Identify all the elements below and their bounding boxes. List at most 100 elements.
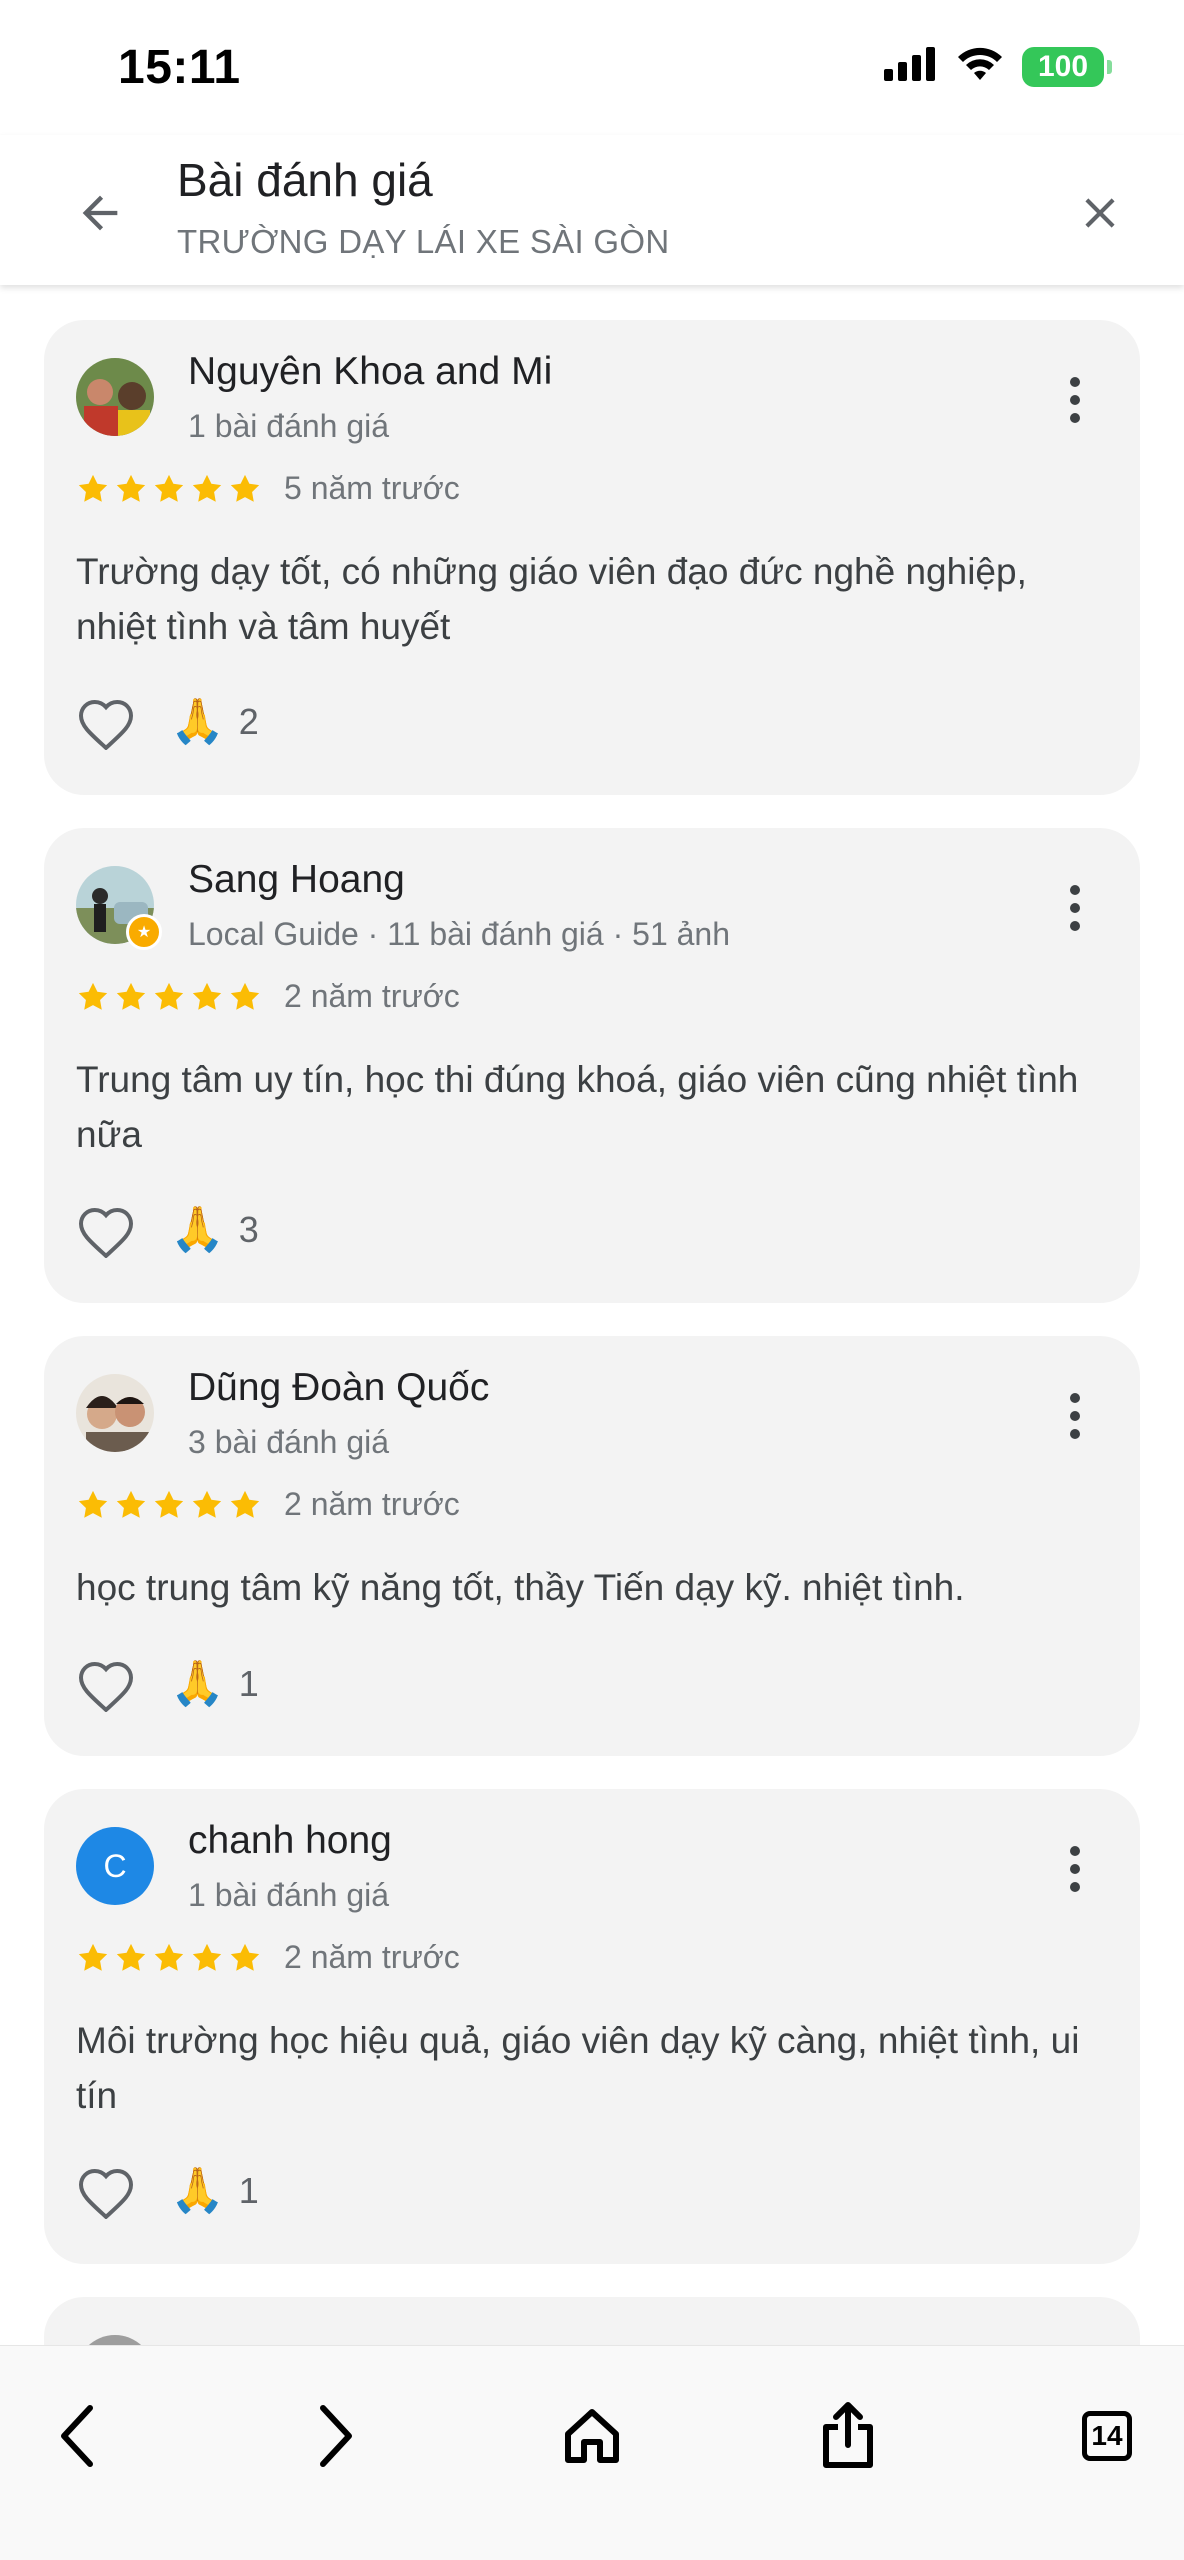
back-button[interactable] [62,175,138,251]
star-icon [230,1490,260,1518]
reaction-button[interactable]: 🙏 1 [170,2169,259,2213]
arrow-back-icon [82,195,118,231]
review-card: Nguyên Khoa and Mi 1 bài đánh giá 5 năm … [44,320,1140,795]
star-icon [154,474,184,502]
star-icon [154,982,184,1010]
like-button[interactable] [76,1654,136,1714]
close-icon [1085,198,1115,228]
reaction-button[interactable]: 🙏 2 [170,700,259,744]
star-rating [76,472,262,506]
page: 15:11 100 Bài đánh giá TRƯỜNG DẠY LÁI XE… [0,0,1184,2560]
star-icon [192,474,222,502]
review-time: 5 năm trước [284,470,460,506]
like-button[interactable] [76,692,136,752]
rating-row: 5 năm trước [76,470,460,507]
star-rating [76,1488,262,1522]
reaction-button[interactable]: 🙏 3 [170,1208,259,1252]
status-icons: 100 [884,46,1112,87]
reviewer-meta: 1 bài đánh giá [188,408,390,444]
reviewer-meta: Local Guide · 11 bài đánh giá · 51 ảnh [188,916,731,952]
review-text: Môi trường học hiệu quả, giáo viên dạy k… [76,2020,1080,2116]
review-card: C chanh hong 1 bài đánh giá 2 năm trước [44,1789,1140,2264]
review-text: Trường dạy tốt, có những giáo viên đạo đ… [76,551,1027,647]
more-options-button[interactable] [1050,1839,1100,1899]
review-actions: 🙏 1 [76,2161,259,2221]
star-icon [192,1943,222,1971]
rating-row: 2 năm trước [76,1486,460,1523]
star-rating [76,980,262,1014]
star-icon [116,1943,146,1971]
avatar[interactable] [76,1374,154,1452]
star-rating [76,1941,262,1975]
wifi-icon [956,46,1004,87]
battery-level: 100 [1022,46,1104,87]
heart-outline-icon [78,1661,134,1712]
pray-icon: 🙏 [170,1659,225,1708]
more-vert-icon [1070,1393,1080,1439]
avatar[interactable] [76,358,154,436]
review-card: Dũng Đoàn Quốc 3 bài đánh giá 2 năm trướ… [44,1336,1140,1756]
review-time: 2 năm trước [284,1486,460,1522]
browser-forward-button[interactable] [295,2396,375,2476]
more-options-button[interactable] [1050,878,1100,938]
reviewer-name[interactable]: Dũng Đoàn Quốc [188,1366,489,1410]
review-time: 2 năm trước [284,978,460,1014]
battery-icon: 100 [1022,46,1112,87]
pray-icon: 🙏 [170,697,225,746]
forward-icon [320,2405,352,2467]
more-vert-icon [1070,1846,1080,1892]
more-vert-icon [1070,885,1080,931]
reviewer-meta: 3 bài đánh giá [188,1424,390,1460]
browser-toolbar: 14 [0,2345,1184,2560]
page-subtitle: TRƯỜNG DẠY LÁI XE SÀI GÒN [177,223,670,260]
status-time: 15:11 [118,41,241,94]
avatar[interactable] [76,2335,154,2345]
review-card [44,2297,1140,2345]
reaction-count: 1 [238,2170,259,2211]
review-card: ★ Sang Hoang Local Guide · 11 bài đánh g… [44,828,1140,1303]
star-icon [116,982,146,1010]
review-list[interactable]: Nguyên Khoa and Mi 1 bài đánh giá 5 năm … [0,285,1184,2345]
avatar[interactable]: C [76,1827,154,1905]
heart-outline-icon [78,2168,134,2219]
heart-outline-icon [78,1207,134,1258]
back-icon [61,2405,93,2467]
reaction-count: 2 [238,701,259,742]
star-icon [230,982,260,1010]
reviewer-meta: 1 bài đánh giá [188,1877,390,1913]
star-icon [78,1943,108,1971]
reaction-count: 1 [238,1663,259,1704]
review-actions: 🙏 3 [76,1200,259,1260]
more-options-button[interactable] [1050,1386,1100,1446]
review-time: 2 năm trước [284,1939,460,1975]
reviewer-name[interactable]: Nguyên Khoa and Mi [188,350,552,394]
review-actions: 🙏 1 [76,1654,259,1714]
star-icon [78,982,108,1010]
star-icon [154,1943,184,1971]
reaction-count: 3 [238,1209,259,1250]
review-text: Trung tâm uy tín, học thi đúng khoá, giá… [76,1059,1079,1155]
more-vert-icon [1070,377,1080,423]
more-options-button[interactable] [1050,370,1100,430]
like-button[interactable] [76,2161,136,2221]
rating-row: 2 năm trước [76,978,460,1015]
status-bar: 15:11 100 [0,0,1184,135]
pray-icon: 🙏 [170,1205,225,1254]
review-actions: 🙏 2 [76,692,259,752]
local-guide-badge-icon: ★ [126,914,162,950]
tabs-button[interactable]: 14 [1067,2396,1147,2476]
reviewer-name[interactable]: chanh hong [188,1819,392,1863]
reaction-button[interactable]: 🙏 1 [170,1662,259,1706]
star-icon [230,1943,260,1971]
star-icon [78,1490,108,1518]
tabs-icon: 14 [1082,2411,1132,2461]
close-button[interactable] [1062,175,1138,251]
share-icon [823,2402,873,2468]
star-icon [192,1490,222,1518]
browser-back-button[interactable] [38,2396,118,2476]
like-button[interactable] [76,1200,136,1260]
home-button[interactable] [552,2396,632,2476]
star-icon [230,474,260,502]
share-button[interactable] [808,2396,888,2476]
reviewer-name[interactable]: Sang Hoang [188,858,405,902]
